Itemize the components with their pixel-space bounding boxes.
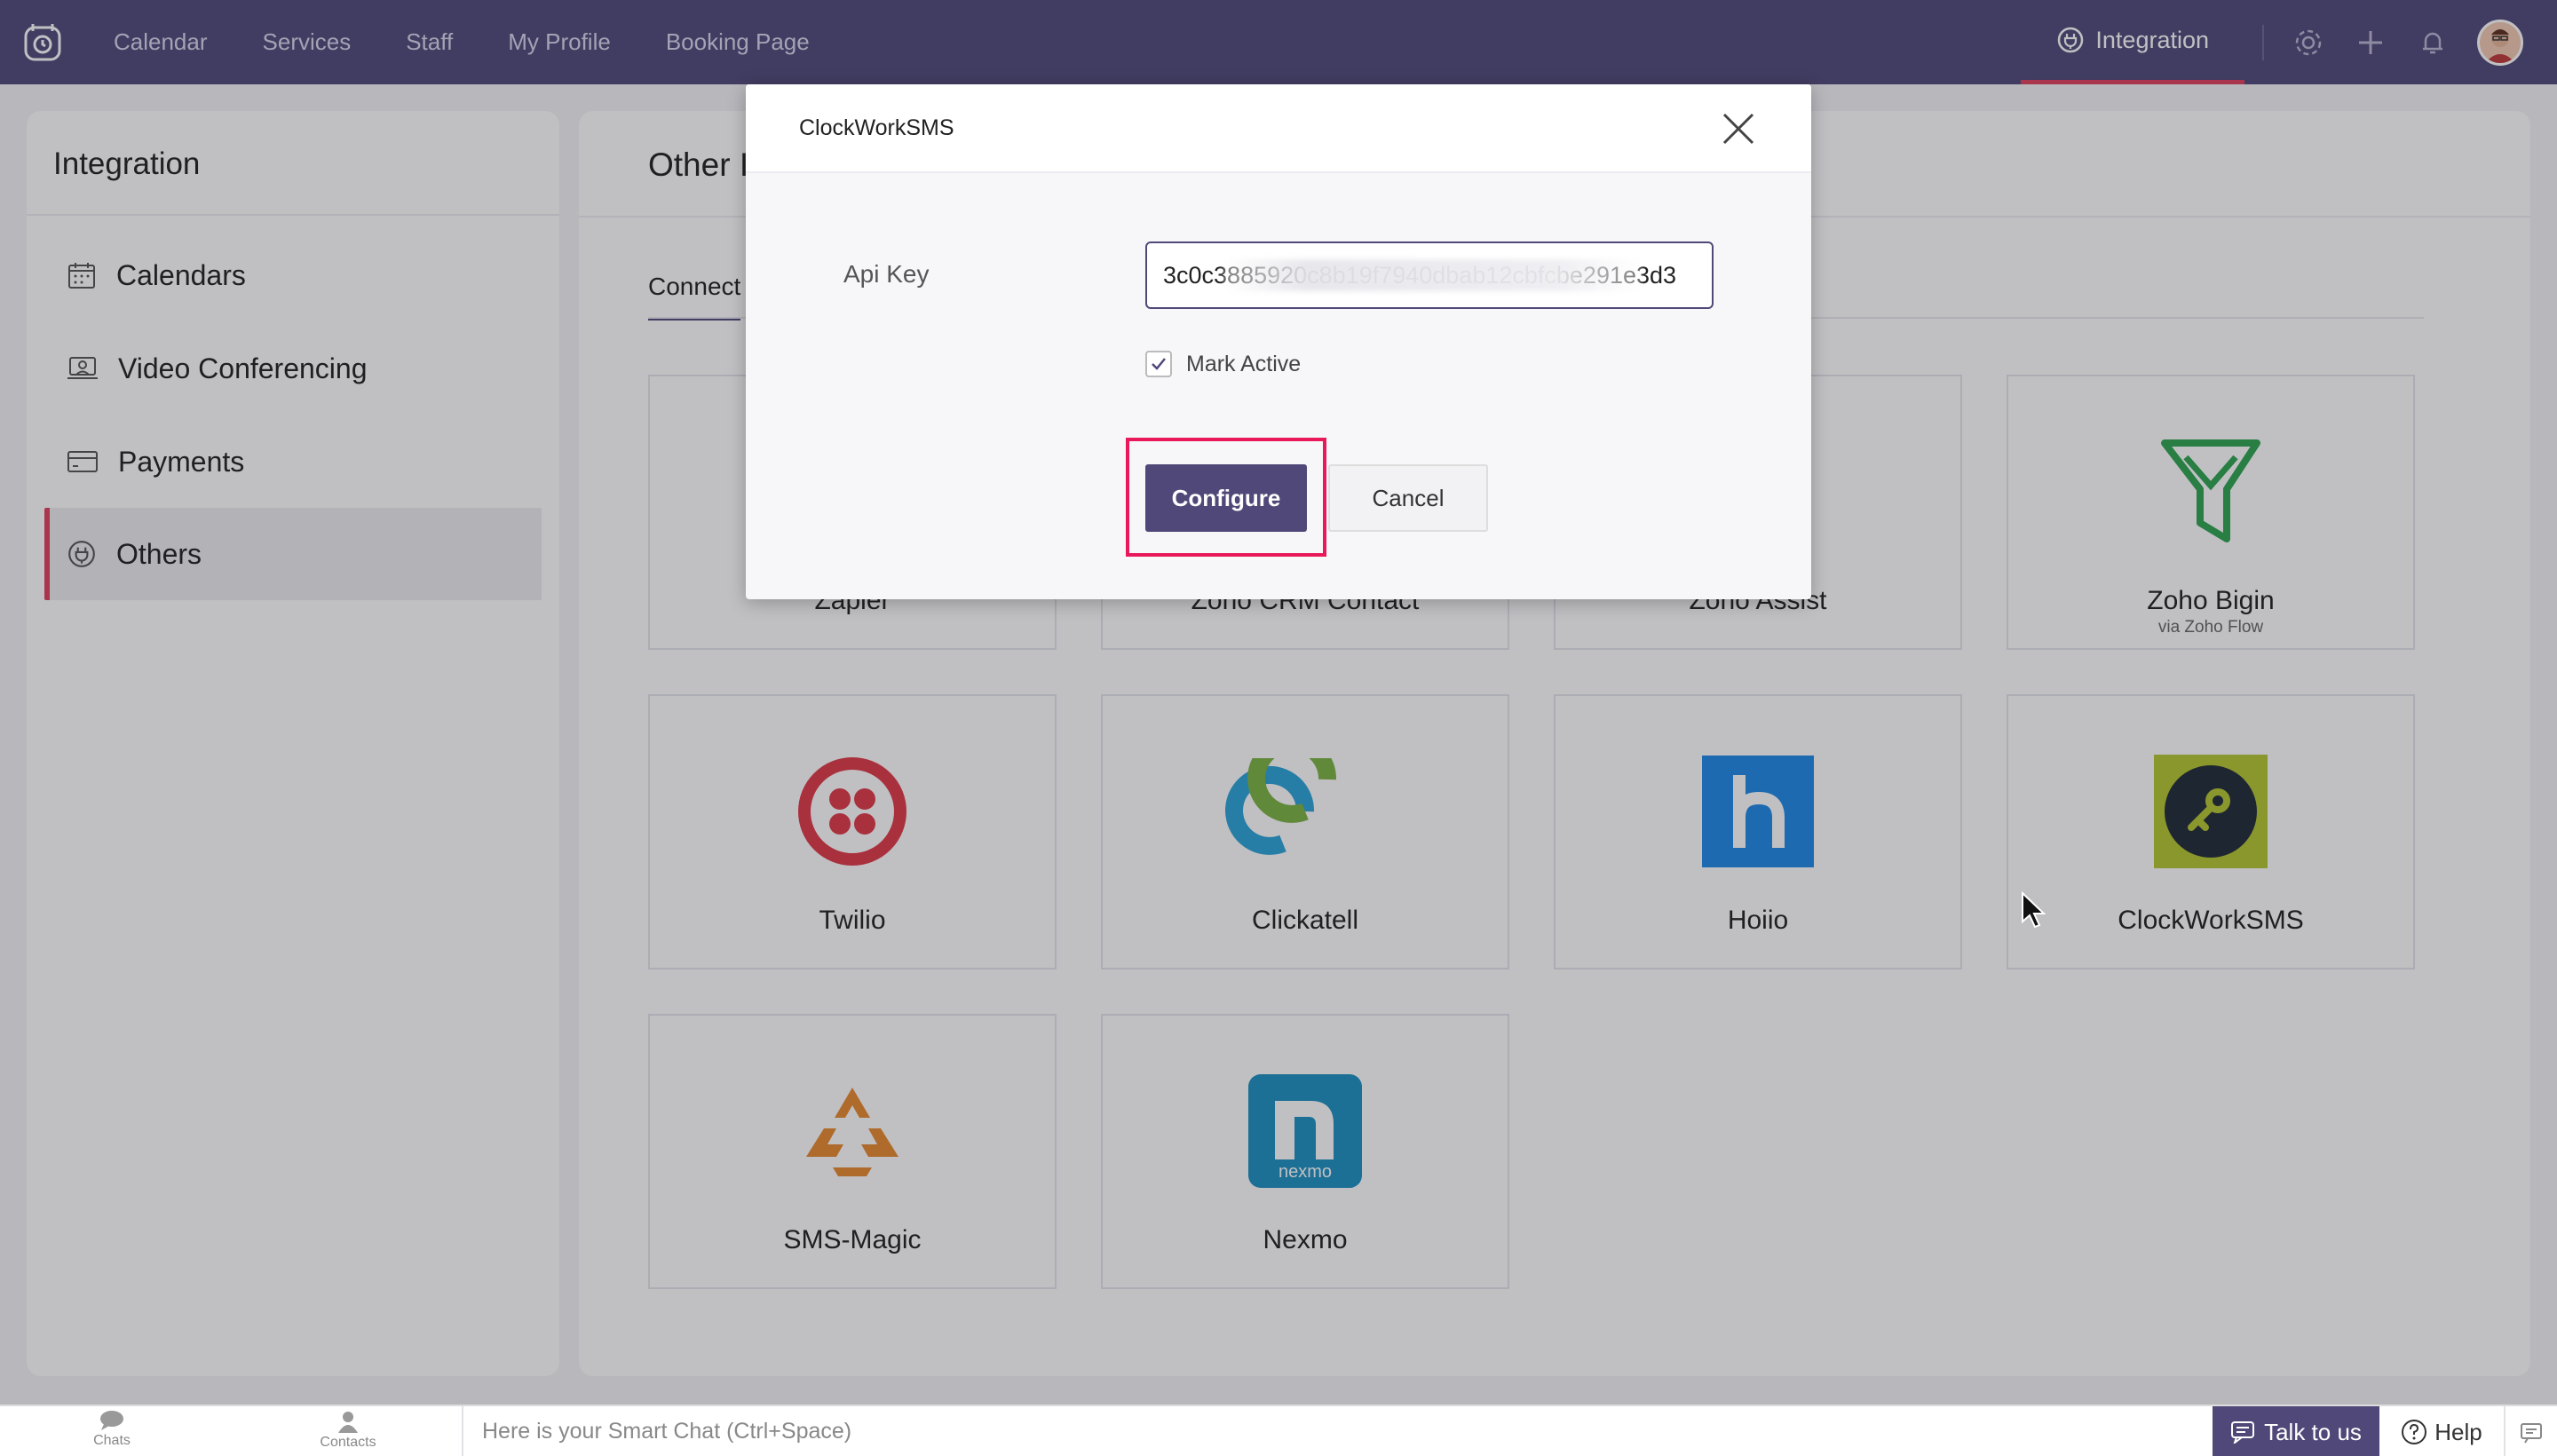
check-icon: [1152, 358, 1166, 370]
modal-title: ClockWorkSMS: [799, 115, 954, 140]
chat-bubble-icon: [100, 1411, 123, 1430]
talk-label: Talk to us: [2264, 1418, 2362, 1445]
desk-icon[interactable]: [2504, 1406, 2557, 1456]
contacts-button[interactable]: Contacts: [295, 1410, 401, 1451]
help-icon: [2402, 1420, 2427, 1444]
chat-icon: [2231, 1421, 2255, 1444]
mark-active-label: Mark Active: [1186, 351, 1302, 376]
talk-to-us-button[interactable]: Talk to us: [2213, 1406, 2379, 1456]
modal-header: ClockWorkSMS: [746, 84, 1811, 173]
help-label: Help: [2434, 1418, 2482, 1445]
person-icon: [338, 1412, 358, 1433]
contacts-label: Contacts: [320, 1435, 376, 1450]
configure-button[interactable]: Configure: [1145, 464, 1307, 532]
help-button[interactable]: Help: [2388, 1406, 2495, 1456]
api-key-label: Api Key: [843, 260, 930, 288]
mark-active-row: Mark Active: [1145, 351, 1301, 377]
divider: [462, 1406, 463, 1456]
bottom-bar: Chats Contacts Here is your Smart Chat (…: [0, 1405, 2557, 1456]
chats-button[interactable]: Chats: [59, 1410, 165, 1449]
api-key-input[interactable]: [1145, 241, 1714, 309]
smart-chat-input[interactable]: Here is your Smart Chat (Ctrl+Space): [482, 1419, 851, 1444]
clockworksms-modal: ClockWorkSMS Api Key Mark Active Configu…: [746, 84, 1811, 599]
close-icon[interactable]: [1719, 109, 1758, 148]
mark-active-checkbox[interactable]: [1145, 351, 1172, 377]
cancel-button[interactable]: Cancel: [1328, 464, 1488, 532]
mouse-pointer-icon: [2021, 890, 2047, 935]
chats-label: Chats: [93, 1433, 131, 1448]
